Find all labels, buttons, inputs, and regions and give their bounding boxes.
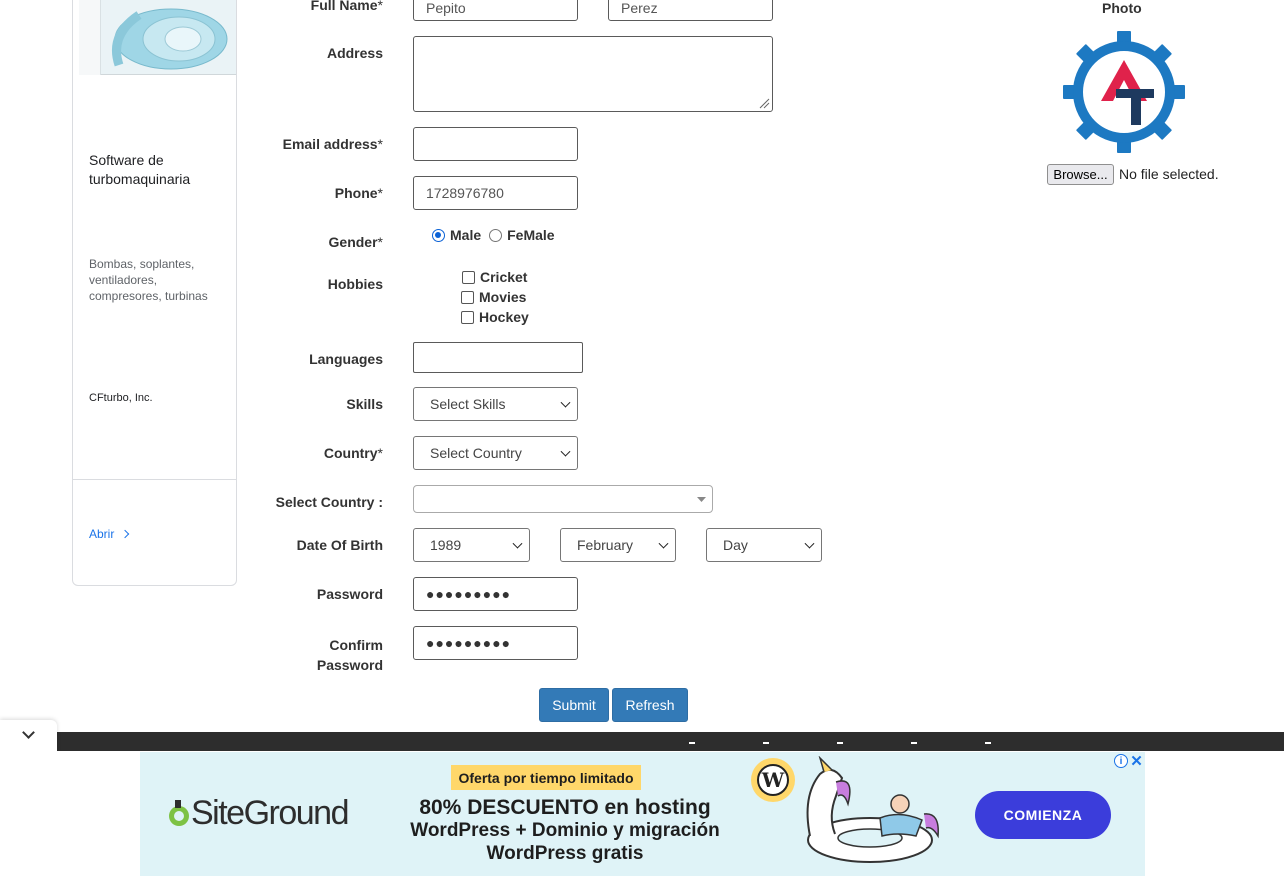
- browse-button[interactable]: Browse...: [1047, 164, 1114, 185]
- siteground-logo: SiteGround: [167, 794, 350, 833]
- ad-thumbnail-image: [79, 0, 236, 75]
- promo-text: 80% DESCUENTO en hosting WordPress + Dom…: [380, 796, 750, 865]
- promo-line-1: 80% DESCUENTO en hosting: [419, 796, 711, 819]
- promo-line-3: WordPress gratis: [486, 843, 644, 864]
- side-advertisement[interactable]: Software de turbomaquinaria Bombas, sopl…: [72, 0, 237, 586]
- hobby-cricket-label[interactable]: Cricket: [480, 269, 527, 285]
- gender-radio-group: Male FeMale: [432, 227, 555, 243]
- address-textarea[interactable]: [413, 36, 773, 112]
- comienza-button[interactable]: COMIENZA: [975, 791, 1111, 839]
- ad-company: CFturbo, Inc.: [89, 392, 153, 404]
- dob-day-select[interactable]: Day: [706, 528, 822, 562]
- hobby-cricket[interactable]: Cricket: [462, 269, 527, 285]
- phone-label: Phone*: [334, 185, 383, 201]
- confirm-password-label: Confirm Password: [316, 637, 383, 673]
- chevron-down-icon: [658, 538, 669, 549]
- ad-open-label: Abrir: [89, 527, 115, 541]
- ad-open-link[interactable]: Abrir: [89, 527, 130, 541]
- languages-multiselect[interactable]: [413, 342, 583, 373]
- languages-label: Languages: [309, 351, 383, 367]
- promo-line-2: WordPress + Dominio y migración: [410, 820, 720, 841]
- bottom-banner-ad[interactable]: SiteGround Oferta por tiempo limitado 80…: [140, 752, 1145, 876]
- ad-description: Bombas, soplantes, ventiladores, compres…: [89, 257, 208, 303]
- dob-year-value: 1989: [430, 537, 462, 553]
- password-label: Password: [316, 586, 383, 602]
- dob-year-select[interactable]: 1989: [413, 528, 530, 562]
- gender-male-radio[interactable]: [432, 228, 445, 242]
- hobby-hockey-label[interactable]: Hockey: [479, 309, 529, 325]
- hobby-cricket-checkbox[interactable]: [462, 270, 475, 284]
- siteground-mark-icon: [169, 799, 189, 826]
- offer-tag: Oferta por tiempo limitado: [451, 765, 641, 790]
- svg-text:W: W: [761, 768, 785, 792]
- dob-label: Date Of Birth: [296, 537, 383, 553]
- photo-title: Photo: [1102, 0, 1142, 16]
- skills-select[interactable]: Select Skills: [413, 387, 578, 421]
- hobby-movies-label[interactable]: Movies: [479, 289, 526, 305]
- close-icon[interactable]: ✕: [1129, 753, 1144, 770]
- resize-handle-icon[interactable]: [759, 98, 770, 109]
- address-label: Address: [326, 45, 383, 61]
- gender-female-label[interactable]: FeMale: [507, 227, 554, 243]
- chevron-right-icon: [121, 529, 130, 539]
- chevron-down-icon: [804, 538, 815, 549]
- dob-month-value: February: [577, 537, 634, 553]
- email-input[interactable]: [413, 127, 578, 161]
- gender-female-radio[interactable]: [489, 228, 503, 242]
- email-label: Email address*: [282, 136, 383, 152]
- chevron-down-icon: [512, 538, 523, 549]
- full-name-label: Full Name*: [310, 0, 383, 13]
- skills-label: Skills: [346, 396, 383, 412]
- file-status: No file selected.: [1119, 166, 1219, 182]
- submit-button[interactable]: Submit: [539, 688, 609, 722]
- phone-input[interactable]: 1728976780: [413, 176, 578, 210]
- chevron-down-icon: [560, 446, 571, 457]
- hobby-movies[interactable]: Movies: [461, 289, 526, 305]
- ad-divider: [73, 479, 236, 480]
- siteground-brand-text: SiteGround: [191, 794, 350, 832]
- first-name-input[interactable]: Pepito: [413, 0, 578, 21]
- dob-day-value: Day: [723, 537, 748, 553]
- password-input[interactable]: ●●●●●●●●●: [413, 577, 578, 611]
- country-selected-value: Select Country: [430, 445, 522, 461]
- select-country-combobox[interactable]: [413, 485, 713, 513]
- country-select[interactable]: Select Country: [413, 436, 578, 470]
- chevron-down-icon: [560, 397, 571, 408]
- ad-info-icon[interactable]: i: [1114, 754, 1128, 768]
- select-country-label: Select Country :: [275, 494, 383, 510]
- confirm-password-input[interactable]: ●●●●●●●●●: [413, 626, 578, 660]
- gear-logo-icon: [1063, 31, 1185, 153]
- gender-label: Gender*: [328, 234, 383, 250]
- gender-male-label[interactable]: Male: [450, 227, 481, 243]
- dob-month-select[interactable]: February: [560, 528, 676, 562]
- unicorn-float-illustration: W: [751, 756, 939, 863]
- chevron-down-icon: [22, 726, 35, 739]
- footer-bar: [57, 732, 1284, 753]
- skills-selected-value: Select Skills: [430, 396, 506, 412]
- caret-down-icon: [697, 497, 706, 502]
- hobbies-label: Hobbies: [327, 276, 383, 292]
- ad-title[interactable]: Software de turbomaquinaria: [89, 151, 229, 189]
- hobby-hockey[interactable]: Hockey: [461, 309, 529, 325]
- country-label: Country*: [323, 445, 383, 461]
- collapse-ad-tab[interactable]: [0, 720, 57, 751]
- hobby-hockey-checkbox[interactable]: [461, 310, 474, 324]
- last-name-input[interactable]: Perez: [608, 0, 773, 21]
- refresh-button[interactable]: Refresh: [612, 688, 688, 722]
- hobby-movies-checkbox[interactable]: [461, 290, 474, 304]
